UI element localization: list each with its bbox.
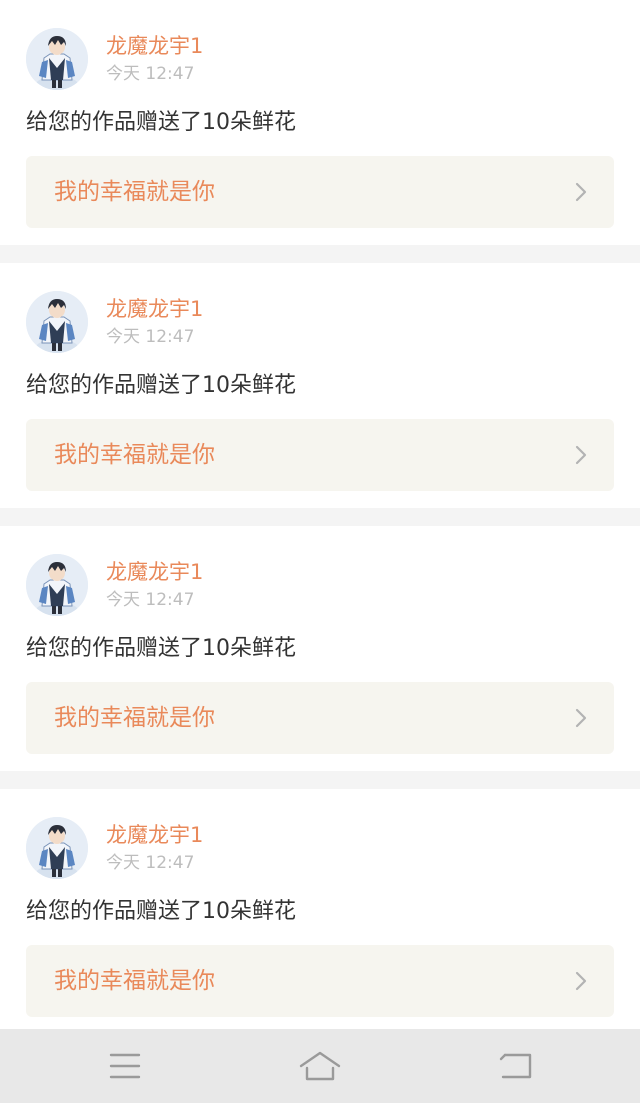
work-title: 我的幸福就是你 bbox=[54, 705, 215, 731]
work-link[interactable]: 我的幸福就是你 bbox=[26, 945, 614, 1017]
notification-feed: 龙魔龙宇1 今天 12:47 给您的作品赠送了10朵鲜花 我的幸福就是你 龙魔龙… bbox=[0, 0, 640, 1029]
work-link[interactable]: 我的幸福就是你 bbox=[26, 156, 614, 228]
chevron-right-icon bbox=[574, 445, 588, 465]
timestamp: 今天 12:47 bbox=[106, 590, 195, 610]
username[interactable]: 龙魔龙宇1 bbox=[106, 821, 203, 849]
user-avatar[interactable] bbox=[26, 28, 88, 90]
user-avatar[interactable] bbox=[26, 291, 88, 353]
user-avatar[interactable] bbox=[26, 554, 88, 616]
gift-message: 给您的作品赠送了10朵鲜花 bbox=[26, 110, 296, 135]
timestamp: 今天 12:47 bbox=[106, 327, 195, 347]
back-icon bbox=[499, 1053, 532, 1079]
work-title: 我的幸福就是你 bbox=[54, 179, 215, 205]
gift-message: 给您的作品赠送了10朵鲜花 bbox=[26, 373, 296, 398]
work-title: 我的幸福就是你 bbox=[54, 442, 215, 468]
username[interactable]: 龙魔龙宇1 bbox=[106, 32, 203, 60]
notification-card: 龙魔龙宇1 今天 12:47 给您的作品赠送了10朵鲜花 我的幸福就是你 bbox=[0, 789, 640, 1029]
notification-card: 龙魔龙宇1 今天 12:47 给您的作品赠送了10朵鲜花 我的幸福就是你 bbox=[0, 0, 640, 245]
anime-character-avatar-icon bbox=[26, 817, 88, 879]
chevron-right-icon bbox=[574, 971, 588, 991]
gift-message: 给您的作品赠送了10朵鲜花 bbox=[26, 899, 296, 924]
notification-card: 龙魔龙宇1 今天 12:47 给您的作品赠送了10朵鲜花 我的幸福就是你 bbox=[0, 263, 640, 508]
menu-button[interactable] bbox=[103, 1046, 147, 1086]
system-navigation-bar bbox=[0, 1029, 640, 1103]
home-icon bbox=[299, 1051, 341, 1081]
chevron-right-icon bbox=[574, 182, 588, 202]
timestamp: 今天 12:47 bbox=[106, 64, 195, 84]
work-title: 我的幸福就是你 bbox=[54, 968, 215, 994]
user-avatar[interactable] bbox=[26, 817, 88, 879]
username[interactable]: 龙魔龙宇1 bbox=[106, 295, 203, 323]
work-link[interactable]: 我的幸福就是你 bbox=[26, 419, 614, 491]
home-button[interactable] bbox=[298, 1046, 342, 1086]
anime-character-avatar-icon bbox=[26, 28, 88, 90]
menu-icon bbox=[109, 1053, 141, 1079]
username[interactable]: 龙魔龙宇1 bbox=[106, 558, 203, 586]
gift-message: 给您的作品赠送了10朵鲜花 bbox=[26, 636, 296, 661]
chevron-right-icon bbox=[574, 708, 588, 728]
timestamp: 今天 12:47 bbox=[106, 853, 195, 873]
anime-character-avatar-icon bbox=[26, 291, 88, 353]
back-button[interactable] bbox=[494, 1046, 538, 1086]
anime-character-avatar-icon bbox=[26, 554, 88, 616]
work-link[interactable]: 我的幸福就是你 bbox=[26, 682, 614, 754]
notification-card: 龙魔龙宇1 今天 12:47 给您的作品赠送了10朵鲜花 我的幸福就是你 bbox=[0, 526, 640, 771]
